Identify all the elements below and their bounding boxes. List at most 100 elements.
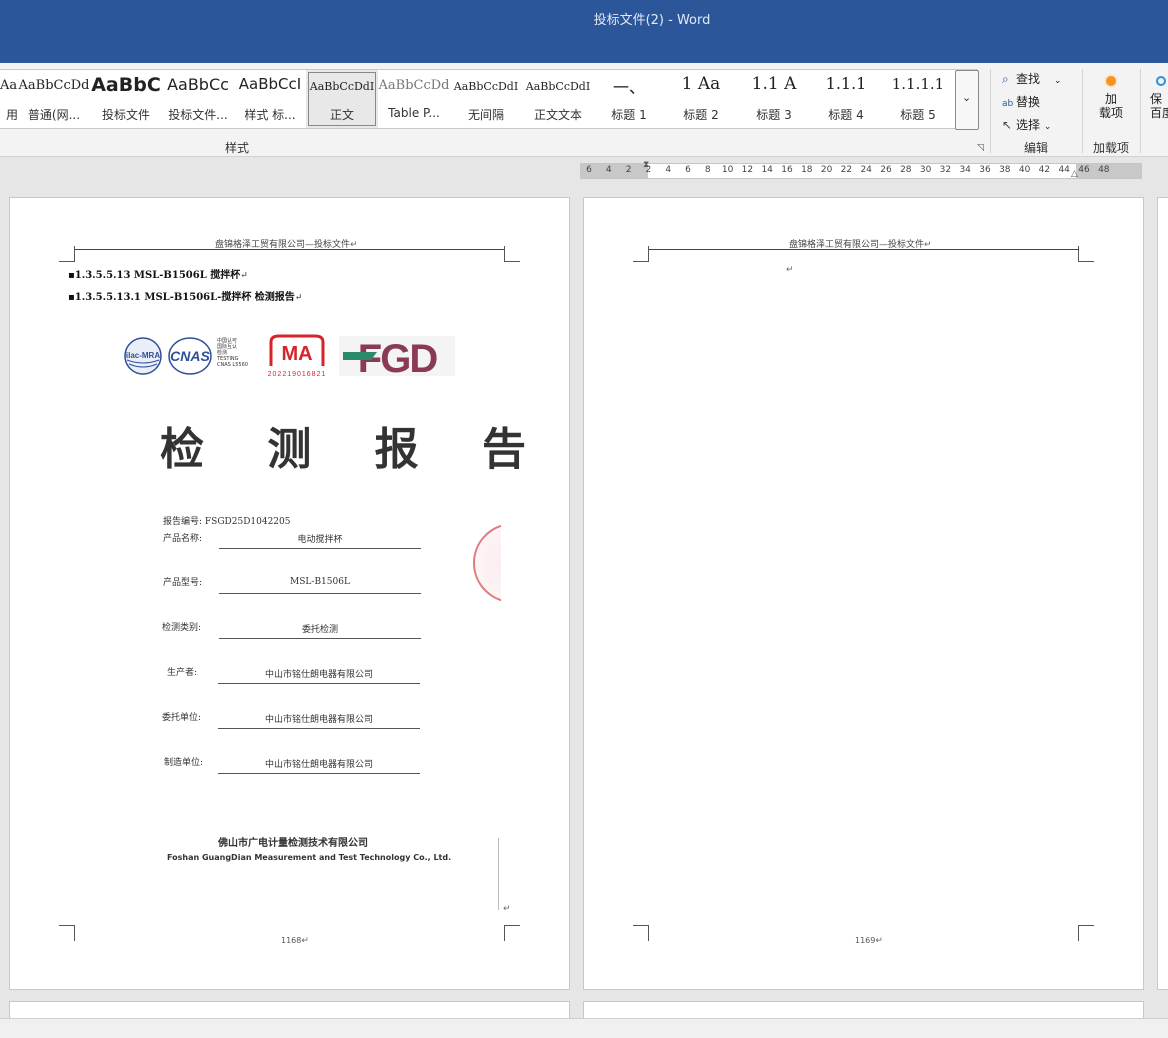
baidu-icon bbox=[1156, 76, 1166, 86]
orange-dot-icon bbox=[1106, 76, 1116, 86]
ruler-tick: 32 bbox=[939, 165, 952, 175]
field-label: 检测类别: bbox=[162, 623, 202, 633]
ruler-tick: 20 bbox=[820, 165, 833, 175]
document-area[interactable]: 盘锦格泽工贸有限公司—投标文件↵ ▪1.3.5.5.13 MSL-B1506L … bbox=[0, 185, 1168, 1038]
document-page-partial[interactable] bbox=[1157, 197, 1168, 990]
ruler-tick: 18 bbox=[801, 165, 813, 175]
ruler-tick: 8 bbox=[704, 165, 711, 175]
ruler-tick: 12 bbox=[741, 165, 754, 175]
field-label: 产品型号: bbox=[163, 578, 203, 588]
cursor-icon: ↖ bbox=[1002, 118, 1013, 132]
dialog-launcher-icon[interactable]: ◹ bbox=[977, 143, 984, 153]
field-value: 中山市铭仕朗电器有限公司 bbox=[264, 670, 373, 680]
cma-logo: MA 202219016821 bbox=[268, 334, 327, 378]
svg-text:202219016821: 202219016821 bbox=[268, 371, 327, 378]
ruler-tick: 22 bbox=[840, 165, 853, 175]
replace-icon: ab bbox=[1002, 99, 1014, 109]
style-item[interactable]: AaBbCcDdI 无间隔 bbox=[450, 70, 522, 128]
paragraph-mark-icon[interactable]: ↵ bbox=[786, 265, 794, 275]
ruler-tick: 26 bbox=[880, 165, 892, 175]
crop-mark bbox=[1078, 246, 1094, 262]
addins-button[interactable]: 加 载项 bbox=[1096, 73, 1126, 120]
right-indent-marker-icon[interactable]: △ bbox=[1071, 169, 1078, 179]
style-item[interactable]: AaBbCc 投标文件... bbox=[162, 70, 234, 128]
replace-button[interactable]: ab 替换 bbox=[1002, 93, 1040, 110]
window-title: 投标文件(2) - Word bbox=[593, 13, 711, 28]
find-button[interactable]: ⌕ 查找 ⌄ bbox=[1002, 70, 1061, 87]
style-item[interactable]: 1 Aa 标题 2 bbox=[664, 70, 738, 128]
styles-gallery: AaBbCcDd 用 AaBbCcDd 普通(网... AaBbC 投标文件 A… bbox=[0, 69, 979, 130]
style-item[interactable]: 1.1.1 标题 4 bbox=[810, 70, 882, 128]
style-item[interactable]: AaBbCcDd 普通(网... bbox=[18, 70, 90, 128]
ruler-bar: 6 4 2 2 4 6 8 10 12 14 16 18 20 22 24 26 28 30 32 34 36 38 40 4… bbox=[0, 157, 1168, 185]
title-bar: 投标文件(2) - Word bbox=[0, 0, 1168, 63]
ruler-tick: 36 bbox=[979, 165, 991, 175]
ruler-tick: 40 bbox=[1018, 165, 1031, 175]
field-value: 中山市铭仕朗电器有限公司 bbox=[264, 760, 373, 770]
style-item[interactable]: AaBbCcI 样式 标... bbox=[234, 70, 306, 128]
style-item[interactable]: AaBbCcDdI 正文文本 bbox=[522, 70, 594, 128]
page-number: 1169↵ bbox=[855, 936, 883, 946]
crop-mark bbox=[59, 925, 75, 941]
addins-group-label: 加载项 bbox=[1093, 141, 1130, 155]
document-page[interactable]: 盘锦格泽工贸有限公司—投标文件↵ ▪1.3.5.5.13 MSL-B1506L … bbox=[9, 197, 570, 990]
ruler-tick: 16 bbox=[781, 165, 793, 175]
crop-mark bbox=[633, 246, 649, 262]
indent-marker-icon[interactable]: ⧗ bbox=[643, 160, 649, 170]
field-label: 生产者: bbox=[167, 668, 198, 678]
crop-mark bbox=[59, 246, 75, 262]
field-underline bbox=[218, 683, 420, 684]
cnas-accreditation-text: 中国认可 国际互认 检测 TESTING CNAS L5560 bbox=[217, 338, 248, 368]
field-underline bbox=[218, 773, 420, 774]
field-label: 产品名称: bbox=[163, 534, 203, 544]
issuer-name-en: Foshan GuangDian Measurement and Test Te… bbox=[167, 853, 452, 862]
svg-text:MA: MA bbox=[281, 343, 312, 365]
horizontal-ruler[interactable]: 6 4 2 2 4 6 8 10 12 14 16 18 20 22 24 26 28 30 32 34 36 38 40 4… bbox=[580, 160, 1142, 179]
field-value: 委托检测 bbox=[301, 625, 338, 635]
ruler-tick: 14 bbox=[761, 165, 773, 175]
report-title: 检 测 报 告 bbox=[160, 424, 550, 475]
ruler-tick: 4 bbox=[665, 165, 672, 175]
heading-line[interactable]: ▪1.3.5.5.13 MSL-B1506L 搅拌杯↵ bbox=[68, 266, 248, 281]
fgd-logo: FGD bbox=[339, 336, 455, 380]
ilac-mra-logo: ilac-MRA bbox=[124, 337, 162, 375]
style-item-selected[interactable]: AaBbCcDdI 正文 bbox=[306, 70, 378, 128]
cnas-logo: CNAS bbox=[168, 337, 212, 375]
style-item[interactable]: AaBbCcDd Table P... bbox=[378, 70, 450, 128]
ruler-tick: 42 bbox=[1038, 165, 1051, 175]
crop-mark bbox=[504, 925, 520, 941]
save-baidu-button[interactable]: 保 百度 bbox=[1150, 73, 1168, 120]
crop-mark bbox=[633, 925, 649, 941]
seal-stamp-icon bbox=[473, 523, 501, 603]
style-item[interactable]: AaBbC 投标文件 bbox=[90, 70, 162, 128]
svg-text:CNAS: CNAS bbox=[170, 348, 210, 364]
field-label: 制造单位: bbox=[164, 758, 204, 768]
gallery-more-button[interactable]: ⌄ bbox=[955, 70, 979, 130]
page-number: 1168↵ bbox=[281, 936, 309, 946]
heading-line[interactable]: ▪1.3.5.5.13.1 MSL-B1506L-搅拌杯 检测报告↵ bbox=[68, 288, 302, 303]
crop-mark bbox=[1078, 925, 1094, 941]
ribbon-divider bbox=[1082, 69, 1083, 153]
ruler-tick: 34 bbox=[959, 165, 971, 175]
chevron-down-icon: ⌄ bbox=[1043, 122, 1052, 132]
document-page[interactable]: 盘锦格泽工贸有限公司—投标文件↵ ↵ 1169↵ bbox=[583, 197, 1144, 990]
status-bar bbox=[0, 1018, 1168, 1038]
style-item[interactable]: AaBbCcDd 用 bbox=[0, 70, 18, 128]
style-item[interactable]: 1.1 A 标题 3 bbox=[738, 70, 810, 128]
select-button[interactable]: ↖ 选择 ⌄ bbox=[1002, 116, 1051, 133]
ruler-tick: 24 bbox=[860, 165, 872, 175]
field-value: 中山市铭仕朗电器有限公司 bbox=[264, 715, 373, 725]
field-underline bbox=[219, 548, 421, 549]
paragraph-mark-icon: ↵ bbox=[503, 904, 511, 914]
field-underline bbox=[219, 638, 421, 639]
field-underline bbox=[218, 728, 420, 729]
ruler-tick: 6 bbox=[685, 165, 691, 175]
field-underline bbox=[219, 593, 421, 594]
scan-edge bbox=[498, 838, 499, 910]
ruler-tick: 38 bbox=[999, 165, 1011, 175]
ribbon: AaBbCcDd 用 AaBbCcDd 普通(网... AaBbC 投标文件 A… bbox=[0, 63, 1168, 157]
style-item[interactable]: 一、 标题 1 bbox=[594, 70, 664, 128]
editing-group-label: 编辑 bbox=[1024, 141, 1049, 155]
ruler-tick: 2 bbox=[625, 165, 632, 175]
style-item[interactable]: 1.1.1.1 标题 5 bbox=[882, 70, 954, 128]
